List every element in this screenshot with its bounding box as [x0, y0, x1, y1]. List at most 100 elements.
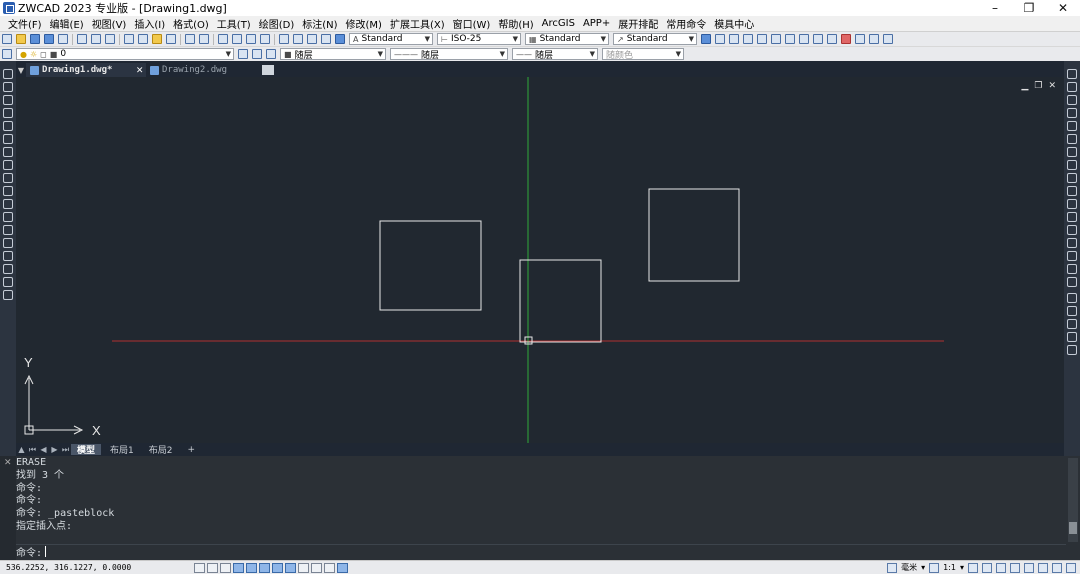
- rectangle-shape[interactable]: [648, 188, 740, 282]
- menu-file[interactable]: 文件(F): [4, 16, 46, 31]
- block-editor-icon[interactable]: [701, 34, 711, 44]
- offset-icon[interactable]: [1067, 108, 1077, 118]
- chevron-down-icon[interactable]: ▾: [960, 563, 964, 572]
- revision-cloud-icon[interactable]: [3, 160, 13, 170]
- trim-icon[interactable]: [1067, 186, 1077, 196]
- help-icon[interactable]: [335, 34, 345, 44]
- linetype-select[interactable]: ——— 随层 ▼: [390, 48, 508, 60]
- menu-help[interactable]: 帮助(H): [494, 16, 537, 31]
- menu-modify[interactable]: 修改(M): [342, 16, 386, 31]
- transparency-toggle[interactable]: [311, 563, 322, 573]
- scrollbar-thumb[interactable]: [1069, 522, 1077, 534]
- menu-common-commands[interactable]: 常用命令: [662, 16, 710, 31]
- chamfer-icon[interactable]: [1067, 238, 1077, 248]
- move-icon[interactable]: [1067, 134, 1077, 144]
- new-file-icon[interactable]: [2, 34, 12, 44]
- layer-freeze-icon[interactable]: [869, 34, 879, 44]
- tool-palette-icon[interactable]: [307, 34, 317, 44]
- undo-icon[interactable]: [185, 34, 195, 44]
- dyn-input-toggle[interactable]: [272, 563, 283, 573]
- polyline-icon[interactable]: [3, 95, 13, 105]
- zoom-previous-icon[interactable]: [260, 34, 270, 44]
- extend-icon[interactable]: [1067, 199, 1077, 209]
- selection-cycling-toggle[interactable]: [337, 563, 348, 573]
- snap-toggle[interactable]: [194, 563, 205, 573]
- cursor-coordinates[interactable]: 536.2252, 316.1227, 0.0000: [6, 563, 186, 572]
- properties-icon[interactable]: [279, 34, 289, 44]
- quick-props-toggle[interactable]: [324, 563, 335, 573]
- maximize-button[interactable]: ❐: [1012, 0, 1046, 16]
- send-under-icon[interactable]: [1067, 345, 1077, 355]
- save-as-icon[interactable]: [44, 34, 54, 44]
- circle-icon[interactable]: [3, 147, 13, 157]
- viewport-close-button[interactable]: ✕: [1048, 81, 1056, 91]
- dim-style-select[interactable]: ⊢ ISO-25 ▼: [437, 33, 521, 45]
- tab-layout2[interactable]: 布局2: [143, 444, 179, 456]
- pan-icon[interactable]: [218, 34, 228, 44]
- join-icon[interactable]: [1067, 225, 1077, 235]
- units-value[interactable]: 毫米: [901, 562, 917, 573]
- open-file-icon[interactable]: [16, 34, 26, 44]
- layer-off-icon[interactable]: [841, 34, 851, 44]
- arc-icon[interactable]: [3, 134, 13, 144]
- paste-icon[interactable]: [152, 34, 162, 44]
- menu-app-plus[interactable]: APP+: [579, 18, 614, 29]
- make-current-layer-icon[interactable]: [238, 49, 248, 59]
- redo-icon[interactable]: [199, 34, 209, 44]
- stretch-icon[interactable]: [1067, 173, 1077, 183]
- layer-match-icon[interactable]: [827, 34, 837, 44]
- print-preview-icon[interactable]: [91, 34, 101, 44]
- menu-arcgis[interactable]: ArcGIS: [538, 18, 579, 29]
- minimize-button[interactable]: –: [978, 0, 1012, 16]
- layer-isolate-icon[interactable]: [855, 34, 865, 44]
- fillet-icon[interactable]: [1067, 251, 1077, 261]
- break-icon[interactable]: [1067, 212, 1077, 222]
- rectangle-icon[interactable]: [3, 121, 13, 131]
- xref-icon[interactable]: [743, 34, 753, 44]
- menu-tools[interactable]: 工具(T): [213, 16, 255, 31]
- ellipse-icon[interactable]: [3, 186, 13, 196]
- erase-icon[interactable]: [1067, 69, 1077, 79]
- viewport-minimize-button[interactable]: ▁: [1021, 81, 1028, 91]
- rectangle-shape[interactable]: [379, 220, 482, 311]
- edit-polyline-icon[interactable]: [1067, 277, 1077, 287]
- polar-toggle[interactable]: [233, 563, 244, 573]
- attribute-icon[interactable]: [771, 34, 781, 44]
- gear-icon[interactable]: [1038, 562, 1048, 573]
- mleader-style-select[interactable]: ↗ Standard ▼: [613, 33, 697, 45]
- image-icon[interactable]: [757, 34, 767, 44]
- lineweight-toggle[interactable]: [298, 563, 309, 573]
- clean-screen-icon[interactable]: [1052, 562, 1062, 573]
- ungroup-icon[interactable]: [799, 34, 809, 44]
- menu-extensions[interactable]: 扩展工具(X): [386, 16, 449, 31]
- command-scrollbar[interactable]: [1068, 458, 1078, 542]
- cut-icon[interactable]: [124, 34, 134, 44]
- make-block-icon[interactable]: [729, 34, 739, 44]
- text-style-select[interactable]: A Standard ▼: [349, 33, 433, 45]
- copy-object-icon[interactable]: [1067, 82, 1077, 92]
- group-icon[interactable]: [785, 34, 795, 44]
- dyn-ucs-toggle[interactable]: [285, 563, 296, 573]
- layer-lock-icon[interactable]: [883, 34, 893, 44]
- drawing-canvas[interactable]: Y X ▁ ❐ ✕: [16, 77, 1064, 443]
- layout-prev-first-icon[interactable]: ⏮: [27, 445, 38, 455]
- lineweight-select[interactable]: —— 随层 ▼: [512, 48, 598, 60]
- command-input[interactable]: 命令:: [16, 544, 1066, 559]
- line-icon[interactable]: [3, 69, 13, 79]
- save-icon[interactable]: [30, 34, 40, 44]
- add-layout-button[interactable]: +: [181, 444, 201, 455]
- spline-icon[interactable]: [3, 173, 13, 183]
- lock-icon[interactable]: [1010, 562, 1020, 573]
- workspace-icon[interactable]: [996, 562, 1006, 573]
- tab-model[interactable]: 模型: [71, 444, 102, 456]
- close-icon[interactable]: ✕: [136, 63, 143, 77]
- ellipse-arc-icon[interactable]: [3, 199, 13, 209]
- mtext-icon[interactable]: [3, 290, 13, 300]
- layer-previous-icon[interactable]: [813, 34, 823, 44]
- otrack-toggle[interactable]: [259, 563, 270, 573]
- markup-icon[interactable]: [321, 34, 331, 44]
- tab-drawing1[interactable]: Drawing1.dwg* ✕: [26, 63, 146, 77]
- rotate-icon[interactable]: [1067, 147, 1077, 157]
- layer-states-icon[interactable]: [252, 49, 262, 59]
- copy-icon[interactable]: [138, 34, 148, 44]
